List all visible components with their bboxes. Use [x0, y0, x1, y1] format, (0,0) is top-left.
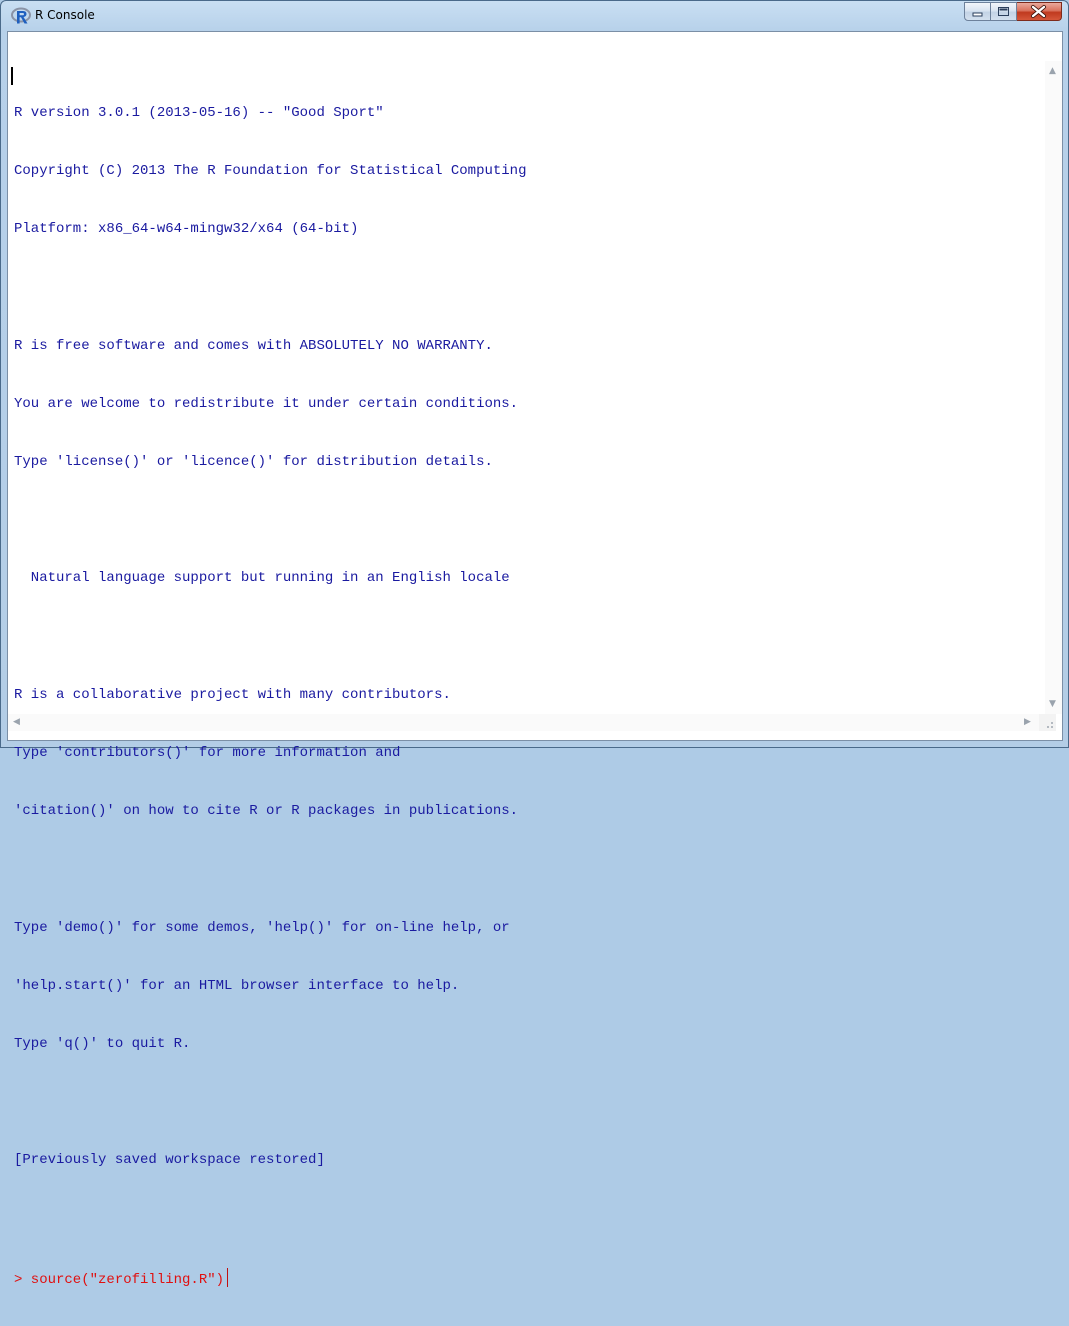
console-line: Type 'demo()' for some demos, 'help()' f… [14, 919, 510, 936]
console-line: Copyright (C) 2013 The R Foundation for … [14, 163, 527, 180]
text-caret [11, 67, 13, 85]
console-prompt-line[interactable]: > source("zerofilling.R") [14, 1267, 526, 1288]
console-line: R version 3.0.1 (2013-05-16) -- "Good Sp… [14, 104, 384, 121]
console-line: Platform: x86_64-w64-mingw32/x64 (64-bit… [14, 221, 359, 238]
scroll-left-icon[interactable]: ◀ [13, 717, 20, 727]
r-console-window: R Console R version 3.0.1 (2013-05-16) -… [0, 0, 1069, 1288]
input-cursor [227, 1267, 229, 1287]
scroll-right-icon[interactable]: ▶ [1024, 717, 1031, 727]
maximize-icon [998, 7, 1009, 16]
console-line: [Previously saved workspace restored] [14, 1152, 325, 1169]
console-line: R is a collaborative project with many c… [14, 686, 451, 703]
caption-buttons [964, 2, 1062, 22]
vertical-scrollbar[interactable]: ▲ ▼ [1045, 61, 1062, 714]
r-logo-icon [11, 7, 31, 24]
console-line: Natural language support but running in … [14, 570, 510, 587]
title-bar[interactable]: R Console [1, 1, 1068, 31]
console-line: Type 'contributors()' for more informati… [14, 745, 401, 762]
console-line: Type 'license()' or 'licence()' for dist… [14, 454, 493, 471]
console-line: You are welcome to redistribute it under… [14, 395, 519, 412]
resize-grip-icon [1047, 722, 1053, 728]
prompt-input[interactable]: > source("zerofilling.R") [14, 1272, 224, 1288]
minimize-icon [972, 12, 983, 17]
minimize-button[interactable] [964, 2, 991, 21]
horizontal-scrollbar[interactable]: ◀ ▶ [8, 714, 1039, 731]
console-line: 'help.start()' for an HTML browser inter… [14, 977, 460, 994]
close-button[interactable] [1017, 2, 1062, 21]
close-icon [1031, 5, 1046, 18]
maximize-button[interactable] [991, 2, 1017, 21]
size-grip[interactable] [1039, 714, 1056, 731]
scroll-down-icon[interactable]: ▼ [1049, 699, 1056, 709]
console-output[interactable]: R version 3.0.1 (2013-05-16) -- "Good Sp… [14, 65, 526, 1326]
console-line: Type 'q()' to quit R. [14, 1036, 191, 1053]
window-title: R Console [35, 8, 95, 22]
scroll-up-icon[interactable]: ▲ [1049, 66, 1056, 76]
console-line: R is free software and comes with ABSOLU… [14, 337, 493, 354]
console-line: 'citation()' on how to cite R or R packa… [14, 803, 519, 820]
